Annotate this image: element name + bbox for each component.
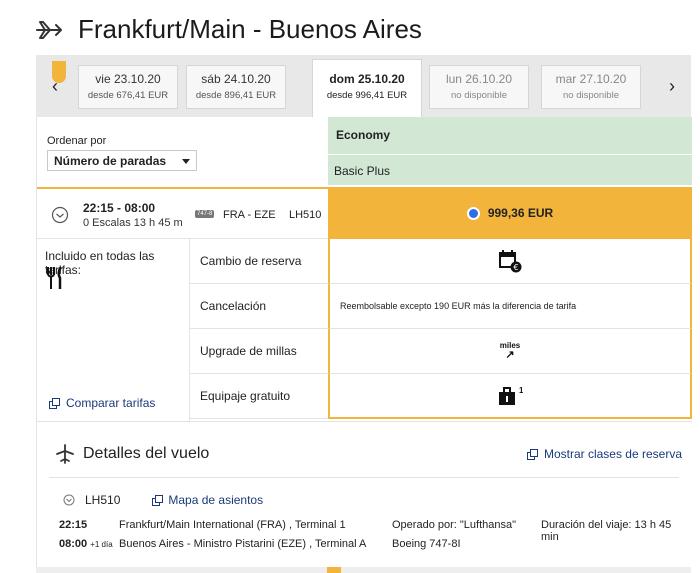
fare-price-option[interactable]: 999,36 EUR: [328, 187, 692, 239]
baggage-icon: 1: [499, 386, 523, 405]
next-dates-button[interactable]: ›: [653, 55, 691, 117]
airplane-top-icon: [56, 444, 74, 464]
caret-down-icon: [182, 159, 190, 164]
date-tab-5[interactable]: mar 27.10.20 no disponible: [541, 65, 641, 109]
date-tab-2[interactable]: sáb 24.10.20 desde 896,41 EUR: [186, 65, 286, 109]
feature-name-baggage: Equipaje gratuito: [190, 374, 328, 419]
cutlery-icon: [47, 266, 63, 289]
page-title: Frankfurt/Main - Buenos Aires: [78, 14, 422, 44]
flight-details-title: Detalles del vuelo: [83, 445, 210, 462]
date-price: desde 996,41 EUR: [326, 90, 408, 101]
date-label: mar 27.10.20: [555, 72, 627, 86]
fare-price: 999,36 EUR: [487, 206, 554, 220]
sort-value: Número de paradas: [54, 154, 167, 168]
show-booking-classes-label: Mostrar clases de reserva: [543, 447, 682, 461]
segment-flight-number: LH510: [85, 493, 121, 507]
date-price: desde 676,41 EUR: [87, 90, 169, 101]
compare-icon: [49, 397, 60, 409]
compare-icon: [526, 448, 538, 460]
chevron-circle-icon[interactable]: [51, 206, 69, 224]
feature-name-change: Cambio de reserva: [190, 239, 328, 284]
seat-map-label: Mapa de asientos: [168, 493, 264, 507]
date-tab-selected[interactable]: dom 25.10.20 desde 996,41 EUR: [312, 59, 422, 117]
seat-map-icon: [152, 494, 164, 506]
feature-name-cancel: Cancelación: [190, 284, 328, 329]
feature-name-upgrade: Upgrade de millas: [190, 329, 328, 374]
departure-airport: Frankfurt/Main International (FRA) , Ter…: [119, 519, 346, 531]
compare-fares-label: Comparar tarifas: [66, 396, 156, 410]
flight-details-header: Detalles del vuelo: [55, 444, 209, 464]
date-selector: ‹ vie 23.10.20 desde 676,41 EUR sáb 24.1…: [36, 55, 691, 117]
date-tab-1[interactable]: vie 23.10.20 desde 676,41 EUR: [78, 65, 178, 109]
feature-value-change: €: [328, 239, 692, 284]
page-header: Frankfurt/Main - Buenos Aires: [34, 14, 422, 45]
date-price: desde 896,41 EUR: [195, 90, 277, 101]
date-label: dom 25.10.20: [329, 72, 405, 86]
feature-value-cancel: Reembolsable excepto 190 EUR más la dife…: [328, 284, 692, 329]
flight-times: 22:15 - 08:00: [83, 201, 156, 215]
aircraft-type: Boeing 747-8I: [392, 538, 461, 550]
seat-map-link[interactable]: Mapa de asientos: [152, 493, 263, 507]
arrival-time: 08:00 +1 día: [59, 538, 113, 550]
date-label: lun 26.10.20: [445, 72, 513, 86]
currency-badge: €: [513, 263, 518, 272]
feature-value-upgrade: miles ↗: [328, 329, 692, 374]
travel-duration: Duración del viaje: 13 h 45 min: [541, 519, 672, 543]
date-tab-marker: [52, 61, 66, 83]
arrival-airport: Buenos Aires - Ministro Pistarini (EZE) …: [119, 538, 367, 550]
miles-upgrade-icon: miles ↗: [500, 341, 520, 361]
sort-select[interactable]: Número de paradas: [47, 150, 197, 171]
show-booking-classes-link[interactable]: Mostrar clases de reserva: [526, 447, 682, 461]
included-section: Incluido en todas las tarifas: Comparar …: [37, 239, 190, 421]
flight-route: FRA - EZE: [223, 209, 276, 221]
date-label: sáb 24.10.20: [201, 72, 271, 86]
next-flight-marker: [327, 567, 341, 573]
departure-time: 22:15: [59, 519, 88, 531]
arrow-up-right-icon: ↗: [505, 348, 515, 361]
cancel-policy-text: Reembolsable excepto 190 EUR más la dife…: [340, 301, 577, 311]
chevron-circle-icon[interactable]: [63, 494, 75, 506]
segment-header: LH510 Mapa de asientos: [63, 493, 263, 507]
airplane-icon: [36, 20, 62, 39]
compare-fares-link[interactable]: Comparar tarifas: [49, 396, 155, 410]
aircraft-badge: 747-8: [195, 210, 215, 218]
flight-summary-row[interactable]: 22:15 - 08:00 0 Escalas 13 h 45 m 747-8 …: [37, 187, 328, 239]
date-price: no disponible: [563, 90, 619, 101]
sort-label: Ordenar por: [47, 135, 107, 147]
date-price: no disponible: [451, 90, 507, 101]
date-label: vie 23.10.20: [95, 72, 161, 86]
flight-number: LH510: [289, 209, 322, 221]
calendar-change-icon: €: [499, 250, 522, 273]
date-tab-4[interactable]: lun 26.10.20 no disponible: [429, 65, 529, 109]
fare-panel: Ordenar por Número de paradas Economy Ba…: [36, 117, 692, 573]
fare-tier-header: Basic Plus: [328, 155, 692, 185]
fare-cabin-header: Economy: [328, 117, 692, 154]
radio-selected-icon[interactable]: [466, 206, 480, 220]
baggage-count: 1: [519, 386, 523, 395]
feature-value-baggage: 1: [328, 374, 692, 419]
next-flight-strip: [36, 567, 691, 573]
flight-stops: 0 Escalas 13 h 45 m: [83, 217, 183, 229]
operator: Operado por: "Lufthansa": [392, 519, 517, 531]
divider: [49, 477, 679, 478]
chevron-right-icon: ›: [669, 75, 675, 96]
flight-details-section: Detalles del vuelo Mostrar clases de res…: [37, 421, 692, 573]
